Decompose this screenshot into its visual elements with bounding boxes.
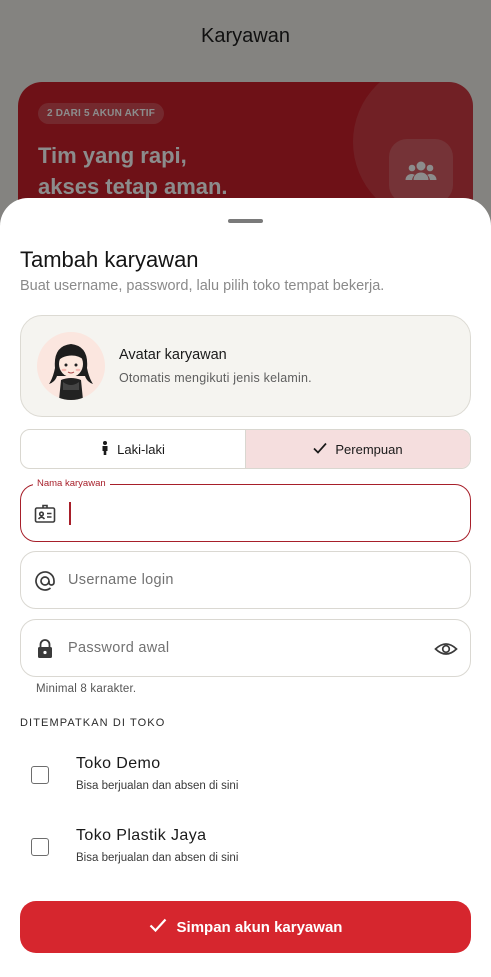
sheet-subtitle: Buat username, password, lalu pilih toko… xyxy=(20,278,385,294)
gender-option-male[interactable]: Laki-laki xyxy=(21,430,245,468)
add-employee-sheet: Tambah karyawan Buat username, password,… xyxy=(0,198,491,977)
store-checkbox[interactable] xyxy=(31,766,49,784)
sheet-drag-handle[interactable] xyxy=(228,219,263,223)
stores-section-label: DITEMPATKAN DI TOKO xyxy=(20,717,166,729)
password-field[interactable] xyxy=(20,619,471,677)
sheet-title: Tambah karyawan xyxy=(20,247,199,272)
username-field[interactable] xyxy=(20,551,471,609)
avatar-card-subtitle: Otomatis mengikuti jenis kelamin. xyxy=(119,371,312,385)
save-button-label: Simpan akun karyawan xyxy=(176,918,343,936)
store-name: Toko Demo xyxy=(76,755,161,772)
check-icon xyxy=(313,442,328,457)
store-option[interactable]: Toko Demo Bisa berjualan dan absen di si… xyxy=(20,745,471,805)
password-helper-text: Minimal 8 karakter. xyxy=(36,683,137,695)
save-employee-button[interactable]: Simpan akun karyawan xyxy=(20,901,471,953)
text-caret xyxy=(69,502,71,525)
employee-name-input[interactable] xyxy=(68,495,408,531)
store-checkbox[interactable] xyxy=(31,838,49,856)
employee-name-field[interactable]: Nama karyawan xyxy=(20,478,471,542)
lock-icon xyxy=(33,637,57,661)
eye-icon[interactable] xyxy=(434,637,458,661)
employee-name-label: Nama karyawan xyxy=(33,478,110,489)
store-name: Toko Plastik Jaya xyxy=(76,827,207,844)
at-icon xyxy=(33,569,57,593)
id-card-icon xyxy=(33,502,57,526)
store-description: Bisa berjualan dan absen di sini xyxy=(76,852,239,864)
avatar xyxy=(37,332,105,400)
store-description: Bisa berjualan dan absen di sini xyxy=(76,780,239,792)
store-option[interactable]: Toko Plastik Jaya Bisa berjualan dan abs… xyxy=(20,817,471,877)
gender-toggle: Laki-laki Perempuan xyxy=(20,429,471,469)
avatar-card: Avatar karyawan Otomatis mengikuti jenis… xyxy=(20,315,471,417)
male-icon xyxy=(101,440,109,458)
gender-option-label: Perempuan xyxy=(335,441,403,457)
gender-option-label: Laki-laki xyxy=(117,441,165,457)
gender-option-female[interactable]: Perempuan xyxy=(245,430,470,468)
password-input[interactable] xyxy=(68,630,408,666)
avatar-card-title: Avatar karyawan xyxy=(119,347,227,363)
username-input[interactable] xyxy=(68,562,408,598)
check-icon xyxy=(149,918,167,936)
